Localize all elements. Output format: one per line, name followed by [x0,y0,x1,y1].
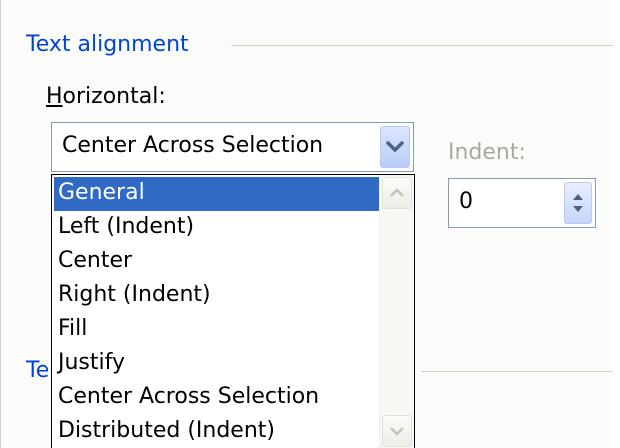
option-general[interactable]: General [54,177,380,211]
up-down-arrows-icon [573,194,583,212]
option-fill[interactable]: Fill [54,313,380,347]
scroll-up-button[interactable] [382,177,412,209]
option-left-indent[interactable]: Left (Indent) [54,211,380,245]
option-center[interactable]: Center [54,245,380,279]
text-control-group-title: Te [26,358,50,383]
list-scrollbar[interactable] [379,175,414,448]
option-center-across-selection[interactable]: Center Across Selection [54,381,380,415]
horizontal-label-accesskey: H [46,84,63,109]
horizontal-alignment-options-list[interactable]: General Left (Indent) Center Right (Inde… [51,174,415,448]
scroll-down-button[interactable] [382,415,412,447]
group-divider [421,371,613,372]
indent-label: Indent: [448,140,526,165]
horizontal-alignment-dropdown[interactable]: Center Across Selection [51,122,414,172]
indent-spinner[interactable]: 0 [448,178,596,228]
chevron-down-icon [390,427,404,436]
horizontal-alignment-value: Center Across Selection [62,133,324,158]
option-justify[interactable]: Justify [54,347,380,381]
spinner-buttons[interactable] [564,182,592,224]
horizontal-label: Horizontal: [46,84,166,109]
text-alignment-group-title: Text alignment [26,32,195,57]
option-distributed-indent[interactable]: Distributed (Indent) [54,415,380,448]
indent-value: 0 [459,189,473,214]
chevron-down-icon [386,141,404,152]
option-right-indent[interactable]: Right (Indent) [54,279,380,313]
chevron-up-icon [390,188,404,197]
horizontal-label-text: orizontal: [62,84,166,109]
dropdown-button[interactable] [380,126,410,168]
format-cells-alignment-panel: Text alignment Te Horizontal: Center Acr… [0,0,613,448]
group-divider [231,45,613,46]
